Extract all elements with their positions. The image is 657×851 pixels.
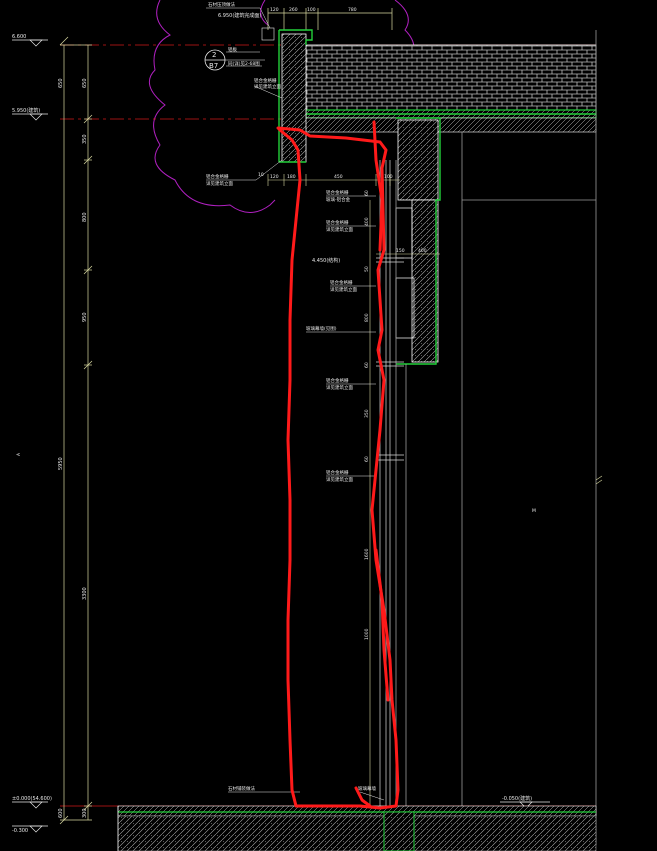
dim-600: 600	[58, 808, 64, 818]
top-dim-120: 120	[270, 7, 279, 13]
left-dimension-lines	[59, 36, 93, 825]
vdim-60a: 60	[364, 190, 370, 196]
axis-marker-a: A	[16, 452, 22, 456]
dim-800: 800	[82, 212, 88, 222]
note-11: 详见建筑立面	[326, 226, 353, 233]
note-14: 详见建筑立面	[330, 286, 357, 293]
top-dim-100: 100	[307, 7, 316, 13]
dim-5950: 5950	[58, 457, 64, 470]
mid-dim-100: 100	[384, 174, 393, 180]
dim-300: 300	[82, 808, 88, 818]
note-15: 铝合金格栅	[326, 377, 349, 384]
parapet-wall	[261, 27, 313, 163]
note-8: 铝合金格栅	[326, 189, 349, 196]
elev-mid-annot: 4.450(结构)	[312, 257, 340, 264]
vdim-60c: 60	[364, 456, 370, 462]
dim-350: 350	[82, 134, 88, 144]
elevation-texts: 6.600 5.950(建筑) ±0.000(54.600) -0.300 -0…	[12, 12, 532, 834]
note-20: 详见建筑立面	[326, 476, 353, 483]
mid-dim-400: 400	[418, 248, 427, 254]
small-ticks	[595, 475, 603, 485]
left-dim-texts: 650 650 350 800 950 5950 3300 300 600	[58, 78, 88, 818]
note-12: 玻璃幕墙(见图)	[306, 325, 337, 332]
grid-lines	[60, 44, 596, 807]
vdim-400: 400	[364, 217, 370, 226]
note-16: 详见建筑立面	[326, 384, 353, 391]
top-dim-780: 780	[348, 7, 357, 13]
vdim-1600: 1600	[364, 548, 370, 560]
elev-bottom-right: -0.050(建筑)	[502, 795, 532, 802]
detail-sheet: B7	[209, 62, 218, 70]
elev-top: 6.600	[12, 34, 26, 40]
note-1: 石材压顶做法	[208, 1, 235, 8]
note-13: 铝合金格栅	[330, 279, 353, 286]
top-dimension-lines	[267, 8, 393, 30]
vdim-1000: 1000	[364, 628, 370, 640]
note-9: 玻璃-铝合金	[326, 196, 351, 203]
mid-dim-150: 150	[396, 248, 405, 254]
cad-drawing-canvas: 650 650 350 800 950 5950 3300 300 600 6.…	[12, 0, 603, 851]
note-19: 铝合金格栅	[326, 469, 349, 476]
dim-3300: 3300	[82, 587, 88, 600]
note-6: 铝合金格栅	[206, 173, 229, 180]
vdim-800: 800	[364, 313, 370, 322]
roof-slab	[295, 44, 597, 133]
note-5: 详见建筑立面	[254, 83, 281, 90]
elev-mid-left: 5.950(建筑)	[12, 107, 40, 114]
note-10: 铝合金格栅	[326, 219, 349, 226]
dim-650-b: 650	[58, 78, 64, 88]
mid-dim-450: 450	[334, 174, 343, 180]
detail-number: 2	[212, 51, 216, 59]
vdim-350: 350	[364, 409, 370, 418]
right-mark: M	[532, 508, 536, 514]
dim-950: 950	[82, 312, 88, 322]
top-dim-260: 260	[289, 7, 298, 13]
elevation-markers	[12, 39, 550, 833]
vdim-50: 50	[364, 266, 370, 272]
note-7: 详见建筑立面	[206, 180, 233, 187]
vdim-60b: 60	[364, 362, 370, 368]
dim-650: 650	[82, 78, 88, 88]
curtain-wall-mullions	[376, 160, 404, 806]
vert-dim-texts: 60 400 50 800 60 350 60 1600 1000	[364, 190, 370, 640]
mid-dim-180: 180	[287, 174, 296, 180]
elev-top-annot: 6.950(建筑完成面)	[218, 12, 261, 19]
note-2: 铝板	[228, 46, 237, 53]
note-18: 玻璃幕墙	[358, 785, 376, 792]
detail-callout: 2 B7	[204, 49, 265, 71]
beam-column	[395, 117, 441, 365]
elev-bottom-left2: -0.300	[12, 828, 28, 834]
note-17: 石材铺装做法	[228, 785, 255, 792]
ground-slab	[117, 805, 597, 851]
mid-dim-10: 10	[258, 172, 264, 178]
elev-bottom-left: ±0.000(54.600)	[12, 796, 52, 802]
mid-dim-120: 120	[270, 174, 279, 180]
note-4: 铝合金格栅	[254, 77, 277, 84]
note-3: 同(详)见2-68图	[228, 60, 260, 67]
top-dim-texts: 120 260 100 780	[270, 7, 357, 13]
